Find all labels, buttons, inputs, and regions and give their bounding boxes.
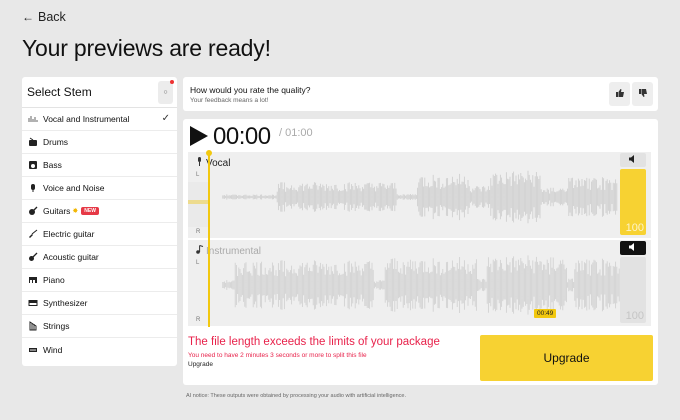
vocal-track[interactable]: Vocal L R 100 <box>188 152 651 238</box>
drum-icon <box>28 137 38 147</box>
page-title: Your previews are ready! <box>22 35 271 61</box>
circle-icon: ○ <box>163 88 168 96</box>
stem-item-wind[interactable]: Wind <box>22 338 177 361</box>
stem-item-drums[interactable]: Drums <box>22 131 177 154</box>
speaker-icon <box>628 155 638 165</box>
upgrade-button[interactable]: Upgrade <box>480 335 653 381</box>
speaker-muted-icon <box>628 243 638 253</box>
instrumental-mute-button[interactable] <box>620 241 646 255</box>
stem-item-vocal-and-instrumental[interactable]: Vocal and Instrumental ✓ <box>22 108 177 131</box>
stem-item-label: Strings <box>43 321 70 331</box>
stem-item-acoustic-guitar[interactable]: Acoustic guitar <box>22 246 177 269</box>
left-channel-label: L <box>196 260 200 266</box>
synthesizer-icon <box>28 298 38 308</box>
ai-notice: AI notice: These outputs were obtained b… <box>186 393 407 399</box>
feedback-bar: How would you rate the quality? Your fee… <box>183 77 658 111</box>
amplifier-icon <box>28 160 38 170</box>
vocal-instrumental-icon <box>28 114 38 124</box>
stem-item-label: Bass <box>43 160 62 170</box>
piano-icon <box>28 275 38 285</box>
acoustic-guitar-icon <box>28 252 38 262</box>
audio-player: 00:00 / 01:00 Vocal L R 100 Instrumental <box>183 119 658 385</box>
vocal-mute-button[interactable] <box>620 153 646 167</box>
current-time: 00:00 <box>213 123 271 150</box>
limit-error-message: The file length exceeds the limits of yo… <box>188 336 440 348</box>
stem-item-label: Acoustic guitar <box>43 252 99 262</box>
stem-item-label: Guitars <box>43 206 71 216</box>
volume-value: 100 <box>625 310 644 322</box>
stem-item-label: Vocal and Instrumental <box>43 114 130 124</box>
play-icon <box>190 126 208 146</box>
back-link[interactable]: ← Back <box>22 10 66 24</box>
music-note-icon <box>196 245 204 257</box>
stem-item-label: Piano <box>43 275 65 285</box>
right-channel-label: R <box>196 317 201 323</box>
stem-item-label: Wind <box>43 344 63 355</box>
stem-item-label: Drums <box>43 137 69 147</box>
volume-value: 100 <box>625 222 644 234</box>
instrumental-volume-slider[interactable]: 100 <box>620 257 646 323</box>
wind-instrument-icon <box>28 345 38 355</box>
playhead-handle[interactable] <box>206 150 212 156</box>
stem-selector-panel: Select Stem ○ Vocal and Instrumental ✓ D… <box>22 77 177 366</box>
left-channel-label: L <box>196 172 200 178</box>
total-duration: / 01:00 <box>279 127 313 139</box>
stem-selector-header: Select Stem ○ <box>22 77 177 108</box>
stem-item-label: Electric guitar <box>43 229 95 239</box>
guitar-icon <box>28 206 38 216</box>
right-channel-label: R <box>196 229 201 235</box>
stem-item-electric-guitar[interactable]: Electric guitar <box>22 223 177 246</box>
stem-item-bass[interactable]: Bass <box>22 154 177 177</box>
harp-icon <box>28 321 38 331</box>
stem-item-strings[interactable]: Strings <box>22 315 177 338</box>
stem-item-voice-and-noise[interactable]: Voice and Noise <box>22 177 177 200</box>
notification-dot <box>170 79 174 84</box>
level-meter <box>188 182 210 227</box>
microphone-icon <box>28 183 38 193</box>
stem-selector-title: Select Stem <box>27 85 92 99</box>
arrow-left-icon: ← <box>22 10 34 24</box>
time-marker: 00:49 <box>534 309 557 318</box>
stem-options-button[interactable]: ○ <box>158 79 174 104</box>
thumbs-up-button[interactable] <box>609 82 630 106</box>
stem-item-label: Synthesizer <box>43 298 88 308</box>
electric-guitar-icon <box>28 229 38 239</box>
upgrade-link[interactable]: Upgrade <box>188 361 213 368</box>
feedback-subtext: Your feedback means a lot! <box>190 97 269 104</box>
limit-error-detail: You need to have 2 minutes 3 seconds or … <box>188 352 367 359</box>
sparkle-icon: ✸ <box>72 208 79 215</box>
play-button[interactable] <box>189 125 209 147</box>
vocal-volume-slider[interactable]: 100 <box>620 169 646 235</box>
vocal-waveform <box>222 170 618 224</box>
thumbs-down-button[interactable] <box>632 82 653 106</box>
thumbs-down-icon <box>638 88 648 100</box>
instrumental-track[interactable]: Instrumental L R 100 <box>188 240 651 326</box>
feedback-question: How would you rate the quality? <box>190 85 311 95</box>
microphone-icon <box>196 157 204 169</box>
stem-list: Vocal and Instrumental ✓ Drums Bass Voic… <box>22 108 177 361</box>
playhead[interactable] <box>206 150 212 327</box>
new-badge: NEW <box>81 207 99 215</box>
stem-item-guitars[interactable]: Guitars ✸ NEW <box>22 200 177 223</box>
instrumental-waveform <box>222 255 620 315</box>
back-label: Back <box>38 10 66 24</box>
stem-item-label: Voice and Noise <box>43 183 105 193</box>
upgrade-button-label: Upgrade <box>543 351 590 365</box>
thumbs-up-icon <box>615 88 625 100</box>
stem-item-piano[interactable]: Piano <box>22 269 177 292</box>
checkmark-icon: ✓ <box>161 113 170 124</box>
stem-item-synthesizer[interactable]: Synthesizer <box>22 292 177 315</box>
